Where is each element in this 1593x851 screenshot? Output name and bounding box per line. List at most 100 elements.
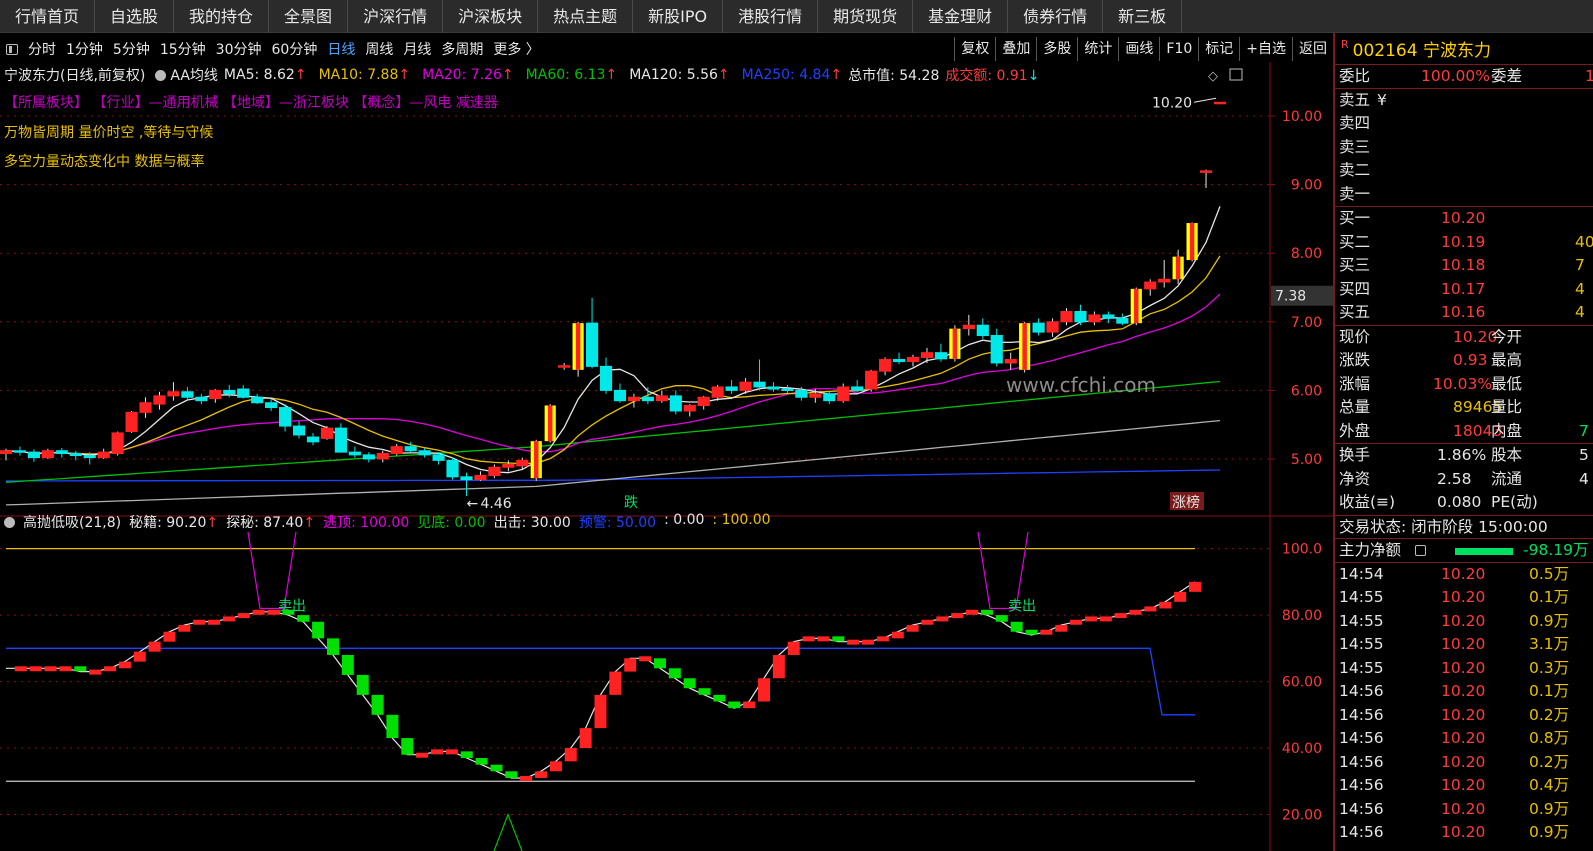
nav-item[interactable]: 自选股 <box>95 0 175 33</box>
stat-label: 换手 <box>1339 446 1371 464</box>
list-icon[interactable] <box>1415 545 1426 556</box>
period-option[interactable]: 5分钟 <box>113 39 150 59</box>
min-price-label: 4.46 <box>480 496 511 512</box>
indicator-bar <box>401 738 414 755</box>
candle <box>655 395 668 402</box>
ask-price: ¥ <box>1377 90 1387 109</box>
ask-label: 卖四 <box>1339 114 1371 132</box>
candle <box>906 356 920 363</box>
indicator-value-text: 预警: 50.00 <box>578 515 657 531</box>
tick-row: 14:54 10.20 0.5万 <box>1335 563 1593 587</box>
indicator-value: 预警: 50.00 <box>579 512 656 532</box>
indicator-bar <box>594 694 607 729</box>
bid-volume: 4 <box>1575 303 1585 321</box>
tool-button[interactable]: 叠加 <box>995 37 1036 61</box>
indicator-bar <box>431 749 444 755</box>
nav-item[interactable]: 沪深板块 <box>443 0 539 33</box>
price-tick-label: 8.00 <box>1291 246 1322 262</box>
nav-item[interactable]: 全景图 <box>269 0 349 33</box>
tick-list[interactable]: 14:54 10.20 0.5万 14:55 10.20 0.1万 14:55 10.20 0.… <box>1335 563 1593 845</box>
candle <box>725 386 738 391</box>
indicator-bar <box>460 751 473 759</box>
period-option[interactable]: 分时 <box>28 39 56 59</box>
weicha-label: 委差 <box>1491 67 1523 85</box>
stock-name: 宁波东力 <box>4 68 60 84</box>
bid-price: 10.20 <box>1441 209 1486 227</box>
period-option[interactable]: 30分钟 <box>216 39 262 59</box>
tool-button[interactable]: 多股 <box>1036 37 1077 61</box>
tool-button[interactable]: 标记 <box>1198 37 1239 61</box>
tool-button[interactable]: 返回 <box>1292 37 1333 61</box>
candle <box>292 425 306 436</box>
tick-price: 10.20 <box>1441 729 1486 747</box>
indicator-bar <box>1055 625 1068 632</box>
candle <box>13 450 27 453</box>
candle <box>1046 321 1059 333</box>
ma-value-text: MA250: 4.84 <box>741 67 831 83</box>
candle-core <box>952 328 958 359</box>
tool-button[interactable]: F10 <box>1159 37 1198 61</box>
period-option[interactable]: 多周期 <box>441 39 483 59</box>
tool-button[interactable]: 画线 <box>1118 37 1159 61</box>
kline-chart[interactable]: 10.00 9.00 8.00 7.00 6.00 5.00 7.38 10.20 4.46← w… <box>0 62 1333 851</box>
panel-toggle-icon[interactable] <box>6 43 18 55</box>
stat-label: 最低 <box>1491 374 1523 393</box>
tick-price: 10.20 <box>1441 682 1486 700</box>
nav-item[interactable]: 新三板 <box>1103 0 1183 33</box>
indicator-bar <box>178 625 191 632</box>
ma-settings-icon[interactable] <box>155 69 167 81</box>
candle <box>474 474 487 481</box>
panel-icon[interactable] <box>1229 68 1243 81</box>
bid-row: 买二 10.19 40 <box>1335 231 1593 255</box>
period-option[interactable]: 周线 <box>365 39 393 59</box>
candle <box>1199 170 1213 173</box>
period-option[interactable]: 60分钟 <box>272 39 318 59</box>
diamond-icon[interactable]: ◇ <box>1208 69 1218 84</box>
stat-value: 7 <box>1579 421 1589 440</box>
period-option[interactable]: 月线 <box>403 39 431 59</box>
nav-item[interactable]: 港股行情 <box>723 0 819 33</box>
tick-time: 14:56 <box>1339 729 1384 747</box>
period-option[interactable]: 更多 〉 <box>493 39 539 59</box>
ma-value: MA120: 5.56↑ <box>629 67 729 83</box>
candle <box>892 359 906 363</box>
indicator-bar <box>1010 621 1023 632</box>
tick-volume: 0.2万 <box>1529 752 1570 771</box>
candle <box>795 389 808 398</box>
stat-row: 涨跌 0.93 最高 <box>1335 349 1593 373</box>
nav-item[interactable]: 沪深行情 <box>348 0 444 33</box>
nav-item[interactable]: 行情首页 <box>0 0 96 33</box>
candle <box>1213 101 1227 105</box>
nav-item[interactable]: 基金理财 <box>913 0 1009 33</box>
period-option[interactable]: 日线 <box>327 39 355 59</box>
candle <box>1060 311 1073 323</box>
nav-item[interactable]: 期货现货 <box>818 0 914 33</box>
bid-row: 买五 10.16 4 <box>1335 301 1593 325</box>
period-option[interactable]: 1分钟 <box>66 39 103 59</box>
price-tick-label: 9.00 <box>1291 178 1322 194</box>
stats2-list: 换手 1.86% 股本 5 净资 2.58 流通 4 收益(≡) 0.080 PE(动) <box>1335 444 1593 516</box>
sector-line[interactable]: 【所属板块】 【行业】—通用机械 【地域】—浙江板块 【概念】—风电 减速器 <box>4 92 498 112</box>
weicha-value: 1 <box>1585 67 1593 85</box>
tool-button[interactable]: 统计 <box>1077 37 1118 61</box>
tool-button[interactable]: 复权 <box>954 37 995 61</box>
trade-status-row: 交易状态: 闭市阶段 15:00:00 <box>1335 516 1593 539</box>
candle <box>390 446 403 454</box>
nav-item[interactable]: 新股IPO <box>633 0 724 33</box>
candle <box>739 381 752 391</box>
escape-signal <box>247 531 297 610</box>
chart-toolbar: 复权 叠加 多股 统计 画线 F10 标记 +自选 返回 <box>954 37 1333 61</box>
tick-price: 10.20 <box>1441 658 1486 677</box>
tool-button[interactable]: +自选 <box>1239 37 1292 61</box>
bid-label: 买一 <box>1339 209 1371 227</box>
stat-label: 量比 <box>1491 398 1523 416</box>
nav-item[interactable]: 债券行情 <box>1008 0 1104 33</box>
stat-label: PE(动) <box>1491 493 1538 511</box>
price-tick-label: 7.00 <box>1291 315 1322 331</box>
ask-row: 卖四 <box>1335 112 1593 136</box>
stat-label: 现价 <box>1339 327 1371 346</box>
nav-item[interactable]: 我的持仓 <box>174 0 270 33</box>
period-option[interactable]: 15分钟 <box>160 39 206 59</box>
nav-item[interactable]: 热点主题 <box>538 0 634 33</box>
indicator-settings-icon[interactable] <box>4 516 15 528</box>
